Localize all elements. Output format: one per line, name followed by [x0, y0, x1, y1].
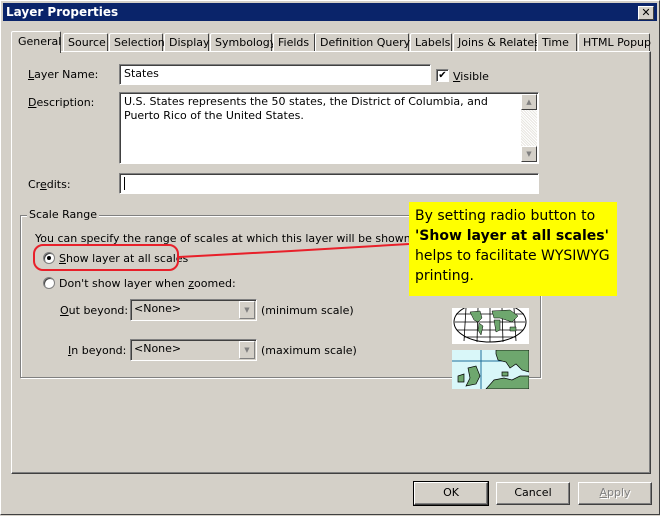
visible-checkbox[interactable]: ✔ [436, 69, 449, 82]
scroll-down-button[interactable]: ▼ [521, 146, 537, 162]
tab-label: Time [542, 36, 569, 49]
callout-bold-line: 'Show layer at all scales' [415, 228, 609, 244]
description-textarea[interactable]: U.S. States represents the 50 states, th… [119, 92, 539, 164]
window-title: Layer Properties [6, 5, 119, 19]
annotation-callout: By setting radio button to 'Show layer a… [409, 202, 617, 296]
tab-label: HTML Popup [583, 36, 652, 49]
out-beyond-label: Out beyond: [60, 304, 129, 317]
tab-joins-relates[interactable]: Joins & Relates [453, 33, 540, 51]
tab-selection[interactable]: Selection [109, 33, 165, 51]
tab-label: Definition Query [320, 36, 411, 49]
world-map-icon [452, 308, 529, 344]
tab-label: Selection [114, 36, 165, 49]
close-icon: ✕ [641, 6, 651, 19]
out-beyond-dropdown[interactable]: <None> ▼ [130, 299, 257, 321]
credits-label: Credits: [28, 178, 71, 191]
tab-source[interactable]: Source [63, 33, 108, 51]
tab-general[interactable]: General [11, 31, 61, 53]
apply-button[interactable]: Apply [578, 482, 652, 505]
visible-label: Visible [453, 70, 489, 83]
checkmark-icon: ✔ [438, 70, 447, 81]
chevron-down-icon[interactable]: ▼ [239, 341, 255, 359]
radio-highlight-ellipse [33, 244, 179, 271]
close-button[interactable]: ✕ [638, 6, 654, 20]
tab-label: Labels [415, 36, 451, 49]
layer-name-value: States [124, 67, 159, 80]
dont-show-zoomed-radio[interactable] [43, 277, 55, 289]
tab-label: Joins & Relates [458, 36, 540, 49]
cancel-button[interactable]: Cancel [496, 482, 570, 505]
tab-time[interactable]: Time [537, 33, 577, 51]
in-beyond-value: <None> [134, 342, 182, 355]
layer-name-label: Layer Name: [28, 68, 99, 81]
tab-symbology[interactable]: Symbology [210, 33, 276, 51]
tab-html-popup[interactable]: HTML Popup [578, 33, 652, 51]
tab-label: General [18, 35, 62, 48]
in-beyond-hint: (maximum scale) [261, 344, 357, 357]
callout-line: helps to facilitate WYSIWYG [415, 248, 610, 264]
tab-label: Display [169, 36, 210, 49]
description-value: U.S. States represents the 50 states, th… [124, 95, 488, 122]
description-label: Description: [28, 96, 95, 109]
out-beyond-value: <None> [134, 302, 182, 315]
tab-fields[interactable]: Fields [273, 33, 315, 51]
tab-label: Fields [278, 36, 310, 49]
description-scrollbar[interactable]: ▲ ▼ [521, 94, 537, 162]
chevron-down-icon[interactable]: ▼ [239, 301, 255, 319]
out-beyond-hint: (minimum scale) [261, 304, 354, 317]
layer-properties-dialog: Layer Properties ✕ General Source Select… [0, 0, 660, 515]
scroll-up-icon: ▲ [526, 98, 532, 106]
scroll-down-icon: ▼ [526, 150, 532, 158]
tab-label: Source [68, 36, 106, 49]
title-bar: Layer Properties ✕ [3, 3, 657, 21]
tab-labels[interactable]: Labels [410, 33, 452, 51]
tab-definition-query[interactable]: Definition Query [315, 33, 411, 51]
ok-button[interactable]: OK [413, 481, 489, 506]
credits-input[interactable] [119, 173, 539, 194]
scroll-up-button[interactable]: ▲ [521, 94, 537, 110]
text-cursor [124, 176, 125, 190]
tab-display[interactable]: Display [164, 33, 210, 51]
in-beyond-label: In beyond: [68, 344, 127, 357]
layer-name-input[interactable]: States [119, 64, 431, 85]
scale-range-title: Scale Range [27, 208, 99, 221]
europe-map-icon [452, 350, 529, 389]
dont-show-zoomed-label[interactable]: Don't show layer when zoomed: [59, 277, 236, 290]
tab-label: Symbology [215, 36, 277, 49]
callout-line: By setting radio button to [415, 208, 596, 224]
in-beyond-dropdown[interactable]: <None> ▼ [130, 339, 257, 361]
callout-line: printing. [415, 268, 474, 284]
